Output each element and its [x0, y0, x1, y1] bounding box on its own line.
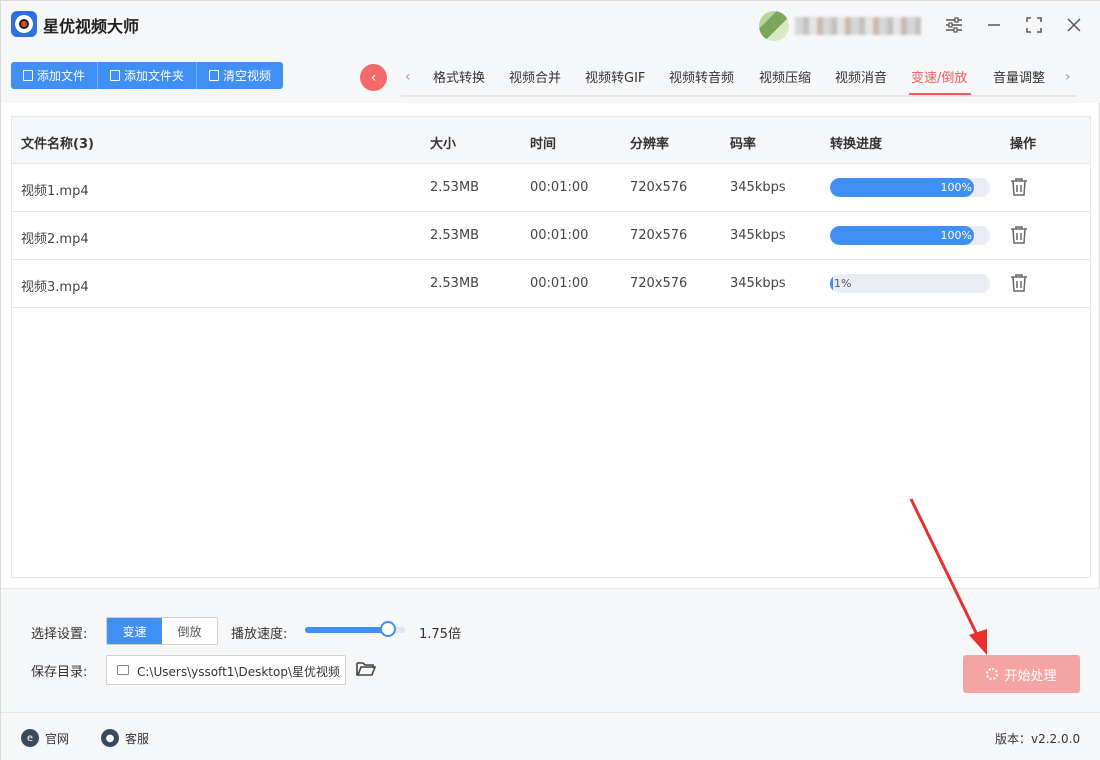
header-actions: 操作: [1010, 137, 1037, 152]
cell-bitrate: 345kbps: [730, 228, 786, 243]
save-dir-path: C:\Users\yssoft1\Desktop\星优视频: [137, 665, 340, 679]
cell-size: 2.53MB: [430, 180, 480, 195]
delete-row-trash-icon[interactable]: [1010, 273, 1030, 293]
start-processing-label: 开始处理: [1004, 668, 1057, 684]
add-file-button[interactable]: 添加文件: [11, 62, 99, 89]
title-bar: 星优视频大师: [1, 1, 1100, 51]
app-logo-icon: [11, 11, 37, 37]
header-resolution: 分辨率: [630, 137, 670, 152]
tabs-scroll-right-icon[interactable]: ›: [1065, 69, 1071, 85]
cell-resolution: 720x576: [630, 276, 688, 291]
app-title: 星优视频大师: [43, 17, 140, 36]
speed-slider-handle[interactable]: [380, 621, 396, 637]
header-bitrate: 码率: [730, 137, 757, 152]
tabs-scroll-left-icon[interactable]: ‹: [405, 69, 411, 85]
mode-segmented-control: 变速 倒放: [106, 617, 218, 645]
add-file-label: 添加文件: [37, 69, 86, 83]
table-row[interactable]: 视频2.mp4 2.53MB 00:01:00 720x576 345kbps …: [12, 212, 1090, 260]
add-folder-button[interactable]: 添加文件夹: [98, 62, 198, 89]
maximize-icon[interactable]: [1021, 13, 1047, 37]
cell-time: 00:01:00: [530, 180, 589, 195]
website-link[interactable]: e 官网: [21, 729, 69, 747]
speed-slider-fill: [305, 627, 388, 633]
table-row[interactable]: 视频1.mp4 2.53MB 00:01:00 720x576 345kbps …: [12, 164, 1090, 212]
delete-row-trash-icon[interactable]: [1010, 225, 1030, 245]
file-icon: [23, 70, 33, 81]
cell-filename: 视频1.mp4: [21, 184, 89, 199]
table-header: 文件名称(3) 大小 时间 分辨率 码率 转换进度 操作: [12, 117, 1090, 164]
delete-row-trash-icon[interactable]: [1010, 177, 1030, 197]
cell-bitrate: 345kbps: [730, 276, 786, 291]
save-dir-label: 保存目录:: [31, 665, 88, 680]
cell-resolution: 720x576: [630, 228, 688, 243]
clear-videos-button[interactable]: 清空视频: [197, 62, 283, 89]
cell-time: 00:01:00: [530, 276, 589, 291]
mode-speed-button[interactable]: 变速: [107, 618, 162, 644]
progress-label: 100%: [940, 229, 972, 242]
cell-filename: 视频2.mp4: [21, 232, 89, 247]
add-folder-label: 添加文件夹: [124, 69, 185, 83]
function-tabs: ‹ 格式转换 视频合并 视频转GIF 视频转音频 视频压缩 视频消音 变速/倒放…: [401, 63, 1077, 97]
tab-speed-reverse[interactable]: 变速/倒放: [911, 67, 967, 86]
settings-sliders-icon[interactable]: [941, 13, 967, 37]
cell-size: 2.53MB: [430, 228, 480, 243]
tab-format-convert[interactable]: 格式转换: [433, 67, 485, 86]
progress-bar: 100%: [830, 178, 990, 197]
support-link[interactable]: ● 客服: [101, 729, 149, 747]
cell-bitrate: 345kbps: [730, 180, 786, 195]
version-text: 版本：v2.2.0.0: [995, 732, 1081, 746]
cell-size: 2.53MB: [430, 276, 480, 291]
speed-label: 播放速度:: [231, 627, 288, 642]
speed-slider[interactable]: [305, 621, 405, 637]
select-settings-label: 选择设置:: [31, 627, 88, 642]
file-button-group: 添加文件 添加文件夹 清空视频: [11, 62, 284, 89]
support-label: 客服: [125, 731, 150, 746]
loading-spinner-icon: [986, 668, 999, 680]
tab-volume-adjust[interactable]: 音量调整: [993, 67, 1045, 86]
annotation-arrow-icon: [909, 498, 987, 655]
speed-value: 1.75倍: [419, 627, 461, 642]
table-row[interactable]: 视频3.mp4 2.53MB 00:01:00 720x576 345kbps …: [12, 260, 1090, 308]
save-dir-field[interactable]: C:\Users\yssoft1\Desktop\星优视频: [106, 655, 346, 685]
close-icon[interactable]: [1061, 13, 1087, 37]
progress-fill: [830, 274, 833, 293]
browser-e-icon: e: [21, 729, 39, 747]
clear-videos-label: 清空视频: [223, 69, 272, 83]
status-bar: e 官网 ● 客服 版本：v2.2.0.0: [1, 712, 1100, 760]
tab-video-compress[interactable]: 视频压缩: [759, 67, 811, 86]
tab-video-merge[interactable]: 视频合并: [509, 67, 561, 86]
username-blurred[interactable]: [795, 17, 921, 35]
tab-video-mute[interactable]: 视频消音: [835, 67, 887, 86]
cell-time: 00:01:00: [530, 228, 589, 243]
website-label: 官网: [45, 731, 70, 746]
folder-icon: [117, 665, 129, 675]
active-tab-indicator: [909, 93, 971, 95]
tab-video-to-gif[interactable]: 视频转GIF: [585, 67, 645, 86]
cell-filename: 视频3.mp4: [21, 280, 89, 295]
mode-reverse-button[interactable]: 倒放: [162, 618, 217, 644]
minimize-icon[interactable]: [981, 13, 1007, 37]
header-filename: 文件名称(3): [21, 137, 94, 152]
chat-bubble-icon: ●: [101, 729, 119, 747]
folder-icon: [110, 70, 121, 81]
collapse-left-icon[interactable]: ‹: [360, 64, 387, 91]
progress-bar: 100%: [830, 226, 990, 245]
progress-bar: 1%: [830, 274, 990, 293]
progress-label: 1%: [834, 277, 852, 290]
header-progress: 转换进度: [830, 137, 883, 152]
app-window: 星优视频大师 添加文件 添加文件夹 清空视频 ‹ ‹ 格式转换 视频合并 视频转…: [0, 0, 1100, 760]
cell-resolution: 720x576: [630, 180, 688, 195]
header-time: 时间: [530, 137, 557, 152]
user-avatar[interactable]: [759, 11, 789, 41]
header-size: 大小: [430, 137, 457, 152]
progress-label: 100%: [940, 181, 972, 194]
tab-video-to-audio[interactable]: 视频转音频: [669, 67, 734, 86]
trash-icon: [209, 70, 220, 81]
open-folder-icon[interactable]: [355, 659, 377, 679]
